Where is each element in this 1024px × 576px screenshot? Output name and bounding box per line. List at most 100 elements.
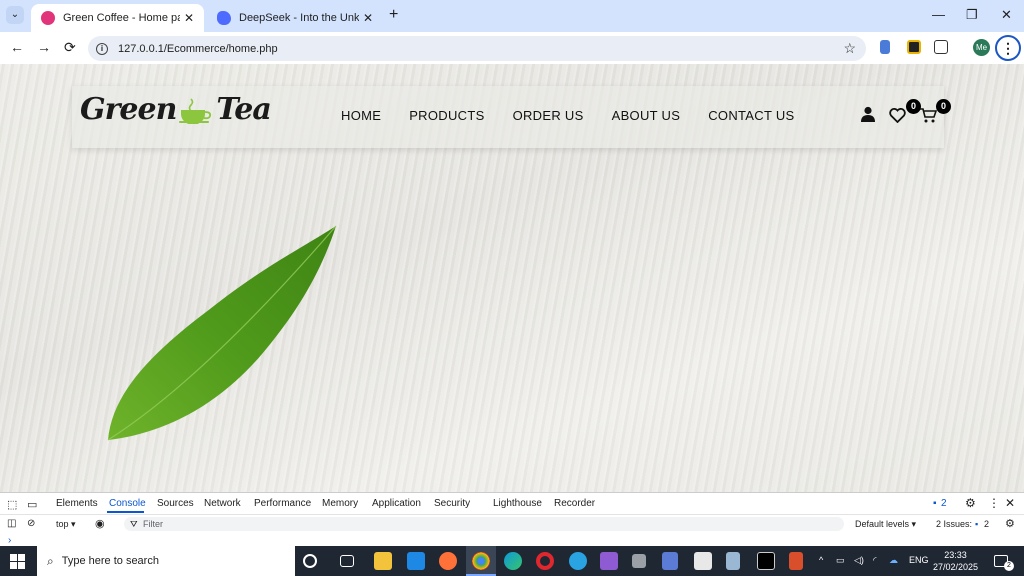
messages-icon[interactable]: ▪ (933, 498, 937, 509)
sidebar-toggle-icon[interactable]: ◫ (7, 518, 16, 529)
visual-studio-icon[interactable] (600, 552, 618, 570)
devtools-tab-performance[interactable]: Performance (254, 498, 311, 509)
restore-button[interactable]: ❐ (966, 7, 978, 23)
tools-icon[interactable] (632, 554, 646, 568)
devtools-tab-strip: ⬚ ▭ Elements Console Sources Network Per… (0, 493, 1024, 513)
extensions-puzzle-icon[interactable] (934, 40, 948, 54)
main-nav: HOME PRODUCTS ORDER US ABOUT US CONTACT … (341, 108, 823, 123)
console-filter-input[interactable] (124, 517, 844, 531)
console-prompt[interactable]: › (8, 535, 11, 546)
close-devtools-icon[interactable]: ✕ (1005, 496, 1015, 510)
volume-icon[interactable]: ◁) (854, 555, 864, 566)
user-icon[interactable] (860, 106, 876, 122)
site-logo[interactable]: Green Tea (80, 92, 272, 127)
issues-icon: ▪ (975, 519, 979, 529)
taskbar-search-box[interactable]: ⌕ Type here to search (37, 546, 295, 576)
language-indicator[interactable]: ENG (909, 555, 929, 565)
browser-menu-icon[interactable]: ⋮ (995, 35, 1021, 61)
address-bar[interactable]: i 127.0.0.1/Ecommerce/home.php ☆ (88, 36, 866, 61)
nav-contact-us[interactable]: CONTACT US (708, 108, 794, 123)
logo-word-green: Green (80, 92, 177, 127)
wishlist-heart-icon[interactable] (889, 108, 906, 123)
git-tool-icon[interactable] (789, 552, 803, 570)
devtools-tab-recorder[interactable]: Recorder (554, 498, 595, 509)
search-icon: ⌕ (47, 553, 54, 568)
onedrive-icon[interactable]: ☁ (889, 555, 898, 566)
site-favicon-icon (41, 11, 55, 25)
extension-doc-icon[interactable] (880, 40, 890, 54)
nav-products[interactable]: PRODUCTS (409, 108, 484, 123)
issues-label[interactable]: 2 Issues: (936, 519, 972, 529)
console-toolbar: ◫ ⊘ top ▾ ◉ ⛛ Filter Default levels ▾ 2 … (0, 514, 1024, 532)
tab-search-button[interactable]: ⌄ (6, 6, 24, 24)
devtools-tab-console[interactable]: Console (109, 498, 146, 509)
cart-icon[interactable] (920, 108, 937, 123)
nav-home[interactable]: HOME (341, 108, 381, 123)
close-tab-icon[interactable]: ✕ (363, 11, 373, 25)
active-tab-indicator (107, 511, 144, 513)
minimize-button[interactable]: — (932, 7, 945, 22)
devtools-tab-security[interactable]: Security (434, 498, 470, 509)
cart-count-badge: 0 (936, 99, 951, 114)
windows-start-icon[interactable] (10, 554, 25, 569)
devtools-tab-lighthouse[interactable]: Lighthouse (493, 498, 542, 509)
browser-tab-bar: ⌄ Green Coffee - Home page ✕ DeepSeek - … (0, 0, 1024, 32)
telegram-icon[interactable] (569, 552, 587, 570)
device-toolbar-icon[interactable]: ▭ (27, 498, 37, 511)
tray-chevron-icon[interactable]: ^ (819, 555, 823, 565)
calculator-icon[interactable] (726, 552, 740, 570)
tea-cup-icon (179, 97, 213, 125)
vscode-icon[interactable] (407, 552, 425, 570)
wifi-icon[interactable]: ◜ (873, 555, 877, 566)
web-page: Green Tea HOME PRODUCTS ORDER US ABOUT U… (0, 64, 1024, 492)
task-view-icon[interactable] (340, 555, 354, 567)
store-icon[interactable] (694, 552, 712, 570)
back-arrow-icon[interactable]: ← (10, 39, 24, 55)
more-options-icon[interactable]: ⋮ (988, 496, 1000, 510)
cortana-icon[interactable] (303, 554, 317, 568)
context-selector[interactable]: top ▾ (56, 519, 76, 530)
clear-console-icon[interactable]: ⊘ (27, 518, 35, 529)
tab-green-coffee[interactable]: Green Coffee - Home page ✕ (31, 4, 204, 32)
site-header: Green Tea HOME PRODUCTS ORDER US ABOUT U… (72, 86, 951, 148)
file-explorer-icon[interactable] (374, 552, 392, 570)
live-expression-eye-icon[interactable]: ◉ (95, 517, 105, 530)
taskbar-clock[interactable]: 23:33 27/02/2025 (933, 549, 978, 573)
profile-avatar[interactable]: Me (973, 39, 990, 56)
close-window-button[interactable]: ✕ (1001, 7, 1012, 23)
clock-date: 27/02/2025 (933, 562, 979, 572)
new-tab-button[interactable]: + (389, 6, 398, 24)
inspect-element-icon[interactable]: ⬚ (7, 498, 17, 511)
log-levels-dropdown[interactable]: Default levels ▾ (855, 519, 916, 530)
logo-word-tea: Tea (216, 92, 271, 127)
tab-deepseek[interactable]: DeepSeek - Into the Unknown ✕ (207, 4, 383, 32)
edge-icon[interactable] (504, 552, 522, 570)
terminal-icon[interactable] (757, 552, 775, 570)
settings-gear-icon[interactable]: ⚙ (965, 496, 976, 510)
reload-icon[interactable]: ⟳ (64, 39, 76, 56)
network-app-icon[interactable] (662, 552, 678, 570)
opera-icon[interactable] (536, 552, 554, 570)
devtools-tab-network[interactable]: Network (204, 498, 241, 509)
nav-order-us[interactable]: ORDER US (513, 108, 584, 123)
taskbar-search-placeholder: Type here to search (61, 555, 159, 567)
nav-about-us[interactable]: ABOUT US (612, 108, 681, 123)
devtools-panel: ⬚ ▭ Elements Console Sources Network Per… (0, 492, 1024, 546)
devtools-tab-memory[interactable]: Memory (322, 498, 358, 509)
close-tab-icon[interactable]: ✕ (184, 11, 194, 25)
battery-icon[interactable]: ▭ (836, 555, 845, 566)
forward-arrow-icon[interactable]: → (37, 39, 51, 55)
filter-funnel-icon: ⛛ (130, 519, 138, 529)
tab-title: Green Coffee - Home page (63, 12, 180, 24)
console-settings-gear-icon[interactable]: ⚙ (1005, 517, 1015, 530)
site-info-icon[interactable]: i (96, 42, 108, 55)
issues-count: 2 (984, 519, 990, 529)
clock-time: 23:33 (944, 550, 967, 560)
devtools-tab-application[interactable]: Application (372, 498, 421, 509)
extension-wallet-icon[interactable] (907, 40, 921, 54)
devtools-tab-elements[interactable]: Elements (56, 498, 98, 509)
firefox-icon[interactable] (439, 552, 457, 570)
bookmark-star-icon[interactable]: ☆ (843, 40, 856, 57)
devtools-tab-sources[interactable]: Sources (157, 498, 194, 509)
windows-taskbar: ⌕ Type here to search ^ ▭ ◁) ◜ ☁ ENG 23:… (0, 546, 1024, 576)
